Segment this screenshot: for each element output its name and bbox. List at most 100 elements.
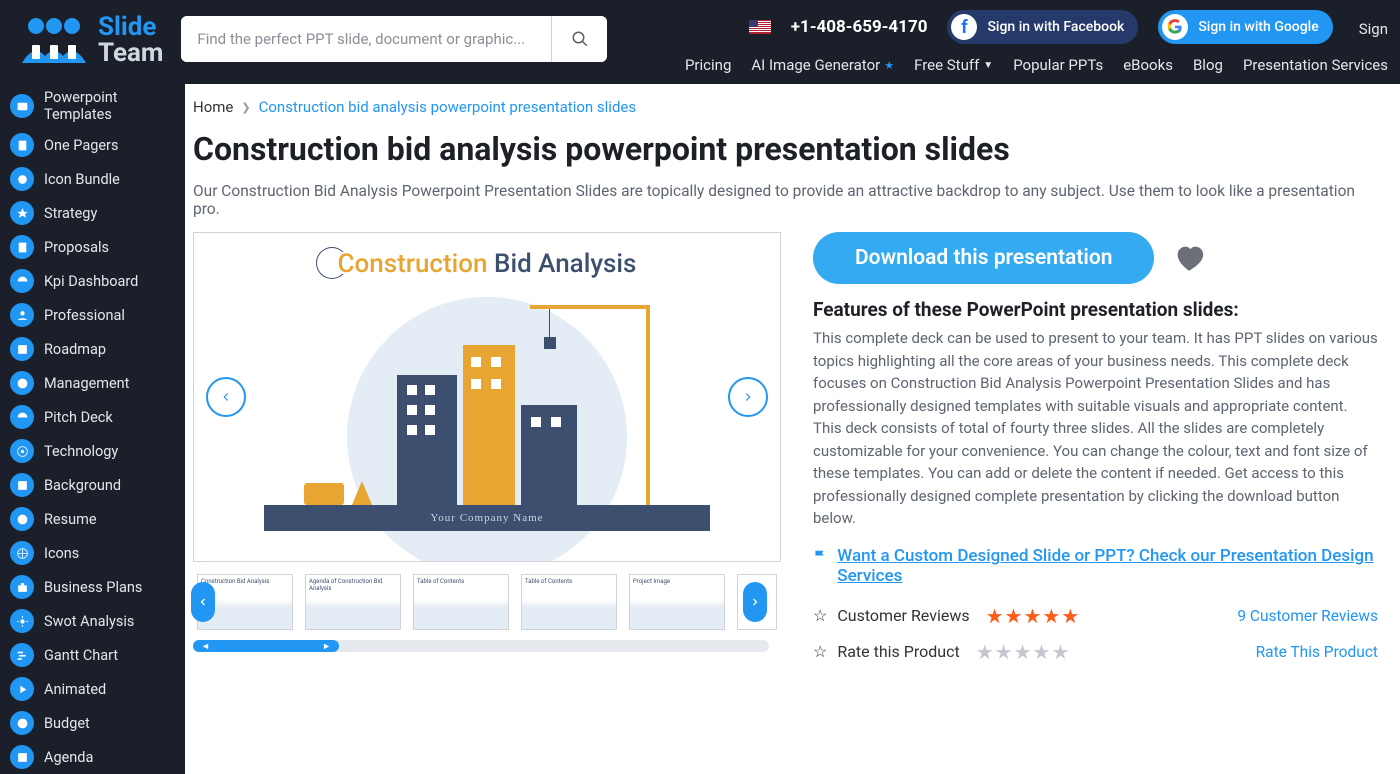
strategy-icon [10,201,34,225]
search-button[interactable] [551,16,607,62]
sidebar-item-swot[interactable]: Swot Analysis [0,604,185,638]
rating-stars: ★★★★★ [986,604,1080,628]
sidebar-item-background[interactable]: Background [0,468,185,502]
breadcrumb-current[interactable]: Construction bid analysis powerpoint pre… [259,98,637,116]
sidebar-item-icons[interactable]: Icons [0,536,185,570]
sidebar-item-resume[interactable]: Resume [0,502,185,536]
google-signin-label: Sign in with Google [1198,19,1318,35]
sidebar-item-professional[interactable]: Professional [0,298,185,332]
custom-design-link[interactable]: Want a Custom Designed Slide or PPT? Che… [837,546,1378,586]
page-icon [10,133,34,157]
sidebar-item-business[interactable]: Business Plans [0,570,185,604]
thumbnail[interactable]: Project Image [629,574,725,630]
sidebar-item-animated[interactable]: Animated [0,672,185,706]
sidebar-item-gantt[interactable]: Gantt Chart [0,638,185,672]
sidebar-item-budget[interactable]: Budget [0,706,185,740]
agenda-icon [10,745,34,769]
next-slide-button[interactable] [728,377,768,417]
sidebar-item-tech[interactable]: Technology [0,434,185,468]
star-outline-icon: ☆ [813,642,827,661]
rate-stars[interactable]: ★★★★★ [976,640,1070,664]
phone-number: +1-408-659-4170 [791,17,928,37]
caret-down-icon: ▼ [983,60,993,71]
pitch-icon [10,405,34,429]
features-body: This complete deck can be used to presen… [813,327,1378,530]
page-title: Construction bid analysis powerpoint pre… [193,130,1400,168]
sidebar-item-iconbundle[interactable]: Icon Bundle [0,162,185,196]
scroll-handle[interactable]: ◄► [193,640,339,652]
nav-popular[interactable]: Popular PPTs [1013,56,1103,74]
favorite-button[interactable] [1172,241,1206,275]
star-outline-icon: ☆ [813,606,827,625]
rate-product-row: ☆ Rate this Product ★★★★★ Rate This Prod… [813,640,1378,664]
roadmap-icon [10,337,34,361]
sidebar-item-kpi[interactable]: Kpi Dashboard [0,264,185,298]
top-nav: Pricing AI Image Generator★ Free Stuff▼ … [685,44,1400,84]
search-input[interactable] [181,16,551,62]
customer-reviews-row: ☆ Customer Reviews ★★★★★ 9 Customer Revi… [813,604,1378,628]
nav-ai-image[interactable]: AI Image Generator★ [751,56,894,74]
logo[interactable]: Slide Team [18,0,163,66]
company-placeholder: Your Company Name [430,512,543,524]
slide-artwork: Construction Bid Analysis Your C [194,233,780,561]
thumbnail[interactable]: Table of Contents [521,574,617,630]
google-signin-button[interactable]: Sign in with Google [1158,10,1332,44]
sidebar-item-templates[interactable]: Powerpoint Templates [0,84,185,128]
tech-icon [10,439,34,463]
search-bar [181,16,607,62]
reviews-label: Customer Reviews [837,606,969,625]
header: Slide Team +1-408-659-4170 f Sign in wit… [0,0,1400,84]
chevron-right-icon: ❯ [241,101,250,114]
sign-link[interactable]: Sign [1353,16,1388,38]
info-panel: Download this presentation Features of t… [813,232,1400,676]
sidebar-item-agenda[interactable]: Agenda [0,740,185,774]
kpi-icon [10,269,34,293]
breadcrumb-home[interactable]: Home [193,98,233,116]
templates-icon [10,94,34,118]
nav-pricing[interactable]: Pricing [685,56,731,74]
logo-icon [18,17,90,63]
doc-icon [10,235,34,259]
pro-icon [10,303,34,327]
sidebar-item-onepagers[interactable]: One Pagers [0,128,185,162]
sidebar-item-roadmap[interactable]: Roadmap [0,332,185,366]
budget-icon [10,711,34,735]
sidebar-item-pitch[interactable]: Pitch Deck [0,400,185,434]
nav-services[interactable]: Presentation Services [1243,56,1388,74]
globe-icon [10,541,34,565]
mgmt-icon [10,371,34,395]
sidebar: Powerpoint Templates One Pagers Icon Bun… [0,84,185,774]
flag-icon [813,549,827,567]
main-content: Home ❯ Construction bid analysis powerpo… [185,84,1400,774]
header-top-row: +1-408-659-4170 f Sign in with Facebook … [749,0,1400,44]
sidebar-item-strategy[interactable]: Strategy [0,196,185,230]
download-button[interactable]: Download this presentation [813,232,1154,284]
resume-icon [10,507,34,531]
star-icon: ★ [884,59,894,72]
thumb-next-button[interactable] [743,582,767,622]
briefcase-icon [10,575,34,599]
nav-blog[interactable]: Blog [1193,56,1223,74]
bundle-icon [10,167,34,191]
prev-slide-button[interactable] [206,377,246,417]
breadcrumb: Home ❯ Construction bid analysis powerpo… [193,94,1400,124]
reviews-count-link[interactable]: 9 Customer Reviews [1237,607,1378,625]
us-flag-icon [749,20,771,34]
bg-icon [10,473,34,497]
thumbnail[interactable]: Table of Contents [413,574,509,630]
facebook-signin-label: Sign in with Facebook [987,19,1124,35]
thumbnail-scrollbar[interactable]: ◄► [193,640,769,652]
sidebar-item-proposals[interactable]: Proposals [0,230,185,264]
thumb-prev-button[interactable] [191,582,215,622]
slide-preview: Construction Bid Analysis Your C [193,232,781,562]
facebook-icon: f [951,14,977,40]
nav-ebooks[interactable]: eBooks [1123,56,1173,74]
facebook-signin-button[interactable]: f Sign in with Facebook [947,10,1138,44]
rate-link[interactable]: Rate This Product [1256,643,1378,661]
google-icon [1162,14,1188,40]
gear-icon [10,609,34,633]
nav-free-stuff[interactable]: Free Stuff▼ [914,56,993,74]
thumbnail[interactable]: Agenda of Construction Bid Analysis [305,574,401,630]
sidebar-item-management[interactable]: Management [0,366,185,400]
page-description: Our Construction Bid Analysis Powerpoint… [193,182,1400,218]
